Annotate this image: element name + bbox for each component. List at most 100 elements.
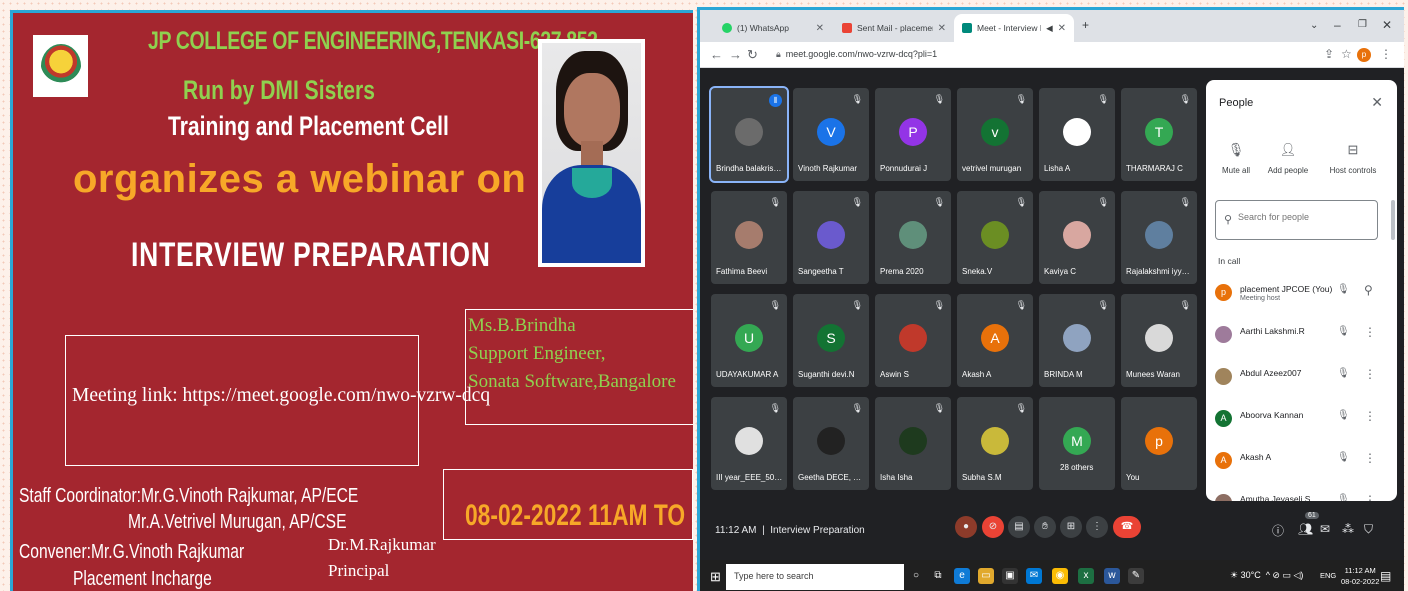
mic-off-icon[interactable]: 🎙︎ xyxy=(1337,326,1350,337)
raise-hand-button[interactable]: ✋︎ xyxy=(1034,516,1056,538)
scrollbar[interactable] xyxy=(1391,200,1395,240)
profile-avatar[interactable]: p xyxy=(1357,48,1371,62)
mic-off-icon[interactable]: 🎙︎ xyxy=(1337,410,1350,421)
people-search[interactable]: ⚲ xyxy=(1215,200,1378,240)
more-options-button[interactable]: ⋮ xyxy=(1086,516,1108,538)
participant-tile[interactable]: P 🎙︎ Ponnudurai J xyxy=(875,88,951,181)
clock[interactable]: 11:12 AM 08-02-2022 xyxy=(1341,565,1379,587)
tab-meet[interactable]: Meet - Interview Preparation ◀ ✕ xyxy=(954,14,1074,42)
mic-button[interactable]: ● xyxy=(955,516,977,538)
close-icon[interactable]: ✕ xyxy=(1371,94,1383,111)
participant-tile[interactable]: 🎙︎ III year_EEE_503... xyxy=(711,397,787,490)
participant-list-item[interactable]: A Aboorva Kannan 🎙︎ ⋮ xyxy=(1215,408,1390,438)
minimize-button[interactable]: – xyxy=(1334,18,1341,32)
tab-whatsapp[interactable]: (1) WhatsApp ✕ xyxy=(714,14,832,42)
participant-tile[interactable]: p You xyxy=(1121,397,1197,490)
participant-tile[interactable]: 🎙︎ BRINDA M xyxy=(1039,294,1115,387)
more-vert-icon[interactable]: ⋮ xyxy=(1364,325,1376,339)
participant-tile[interactable]: 🎙︎ Isha Isha xyxy=(875,397,951,490)
participant-list-item[interactable]: p placement JPCOE (You) Meeting host 🎙︎ ⚲ xyxy=(1215,282,1390,312)
mic-off-icon[interactable]: 🎙︎ xyxy=(1337,368,1350,379)
pin-icon[interactable]: ⚲ xyxy=(1364,283,1373,297)
activities-icon[interactable]: ⁂ xyxy=(1342,522,1354,536)
participant-tile[interactable]: 🎙︎ Aswin S xyxy=(875,294,951,387)
tab-gmail[interactable]: Sent Mail - placement@jpcoe.ac ✕ xyxy=(834,14,954,42)
participant-tile[interactable]: S 🎙︎ Suganthi devi.N xyxy=(793,294,869,387)
present-button[interactable]: ⊞ xyxy=(1060,516,1082,538)
taskbar-search-text: Type here to search xyxy=(734,571,814,581)
restore-button[interactable]: ❐ xyxy=(1358,19,1367,30)
chat-icon[interactable]: ✉︎ xyxy=(1320,522,1330,536)
participant-tile[interactable]: 🎙︎ Prema 2020 xyxy=(875,191,951,284)
participant-avatar xyxy=(817,221,845,249)
participant-tile[interactable]: M 28 others xyxy=(1039,397,1115,490)
participant-list-item[interactable]: A Akash A 🎙︎ ⋮ xyxy=(1215,450,1390,480)
url-field[interactable]: 🔒︎ meet.google.com/nwo-vzrw-dcq?pli=1 xyxy=(776,49,937,60)
end-call-button[interactable]: ☎︎ xyxy=(1113,516,1141,538)
host-shield-icon[interactable]: ⛉ xyxy=(1364,522,1373,537)
add-people-button[interactable]: 👤︎ Add people xyxy=(1258,142,1318,175)
participant-tile[interactable]: 🎙︎ Munees Waran xyxy=(1121,294,1197,387)
close-icon[interactable]: ✕ xyxy=(816,23,824,34)
participant-tile[interactable]: 🎙︎ Sneka.V xyxy=(957,191,1033,284)
file-explorer-icon[interactable]: ▭ xyxy=(978,568,994,584)
new-tab-button[interactable]: + xyxy=(1082,18,1089,32)
mic-off-icon[interactable]: 🎙︎ xyxy=(1337,284,1350,295)
task-view-icon[interactable]: ⧉ xyxy=(930,568,946,584)
camera-off-button[interactable]: ⊘ xyxy=(982,516,1004,538)
share-icon[interactable]: ⇪ xyxy=(1324,47,1334,61)
close-icon[interactable]: ✕ xyxy=(1058,23,1066,34)
info-icon[interactable]: ⓘ xyxy=(1272,522,1284,539)
participant-tile[interactable]: 🎙︎ Rajalakshmi iyyappan xyxy=(1121,191,1197,284)
notifications-icon[interactable]: ▤ xyxy=(1380,569,1391,583)
mute-all-button[interactable]: 🎙︎ Mute all xyxy=(1206,142,1266,175)
forward-icon[interactable]: → xyxy=(729,47,742,62)
participant-list-item[interactable]: Abdul Azeez007 🎙︎ ⋮ xyxy=(1215,366,1390,396)
excel-icon[interactable]: x xyxy=(1078,568,1094,584)
participant-list-item[interactable]: Aarthi Lakshmi.R 🎙︎ ⋮ xyxy=(1215,324,1390,354)
participant-name: UDAYAKUMAR A xyxy=(716,370,779,379)
participant-tile[interactable]: v 🎙︎ vetrivel murugan xyxy=(957,88,1033,181)
participant-tile[interactable]: 🎙︎ Lisha A xyxy=(1039,88,1115,181)
weather-widget[interactable]: ☀︎ 30°C ^ ⊘ ▭ ◁) xyxy=(1230,570,1303,581)
more-vert-icon[interactable]: ⋮ xyxy=(1364,409,1376,423)
store-icon[interactable]: ▣ xyxy=(1002,568,1018,584)
edge-icon[interactable]: e xyxy=(954,568,970,584)
participant-tile[interactable]: ⦀ Brindha balakrishnan xyxy=(709,86,789,183)
taskbar-search[interactable]: Type here to search xyxy=(726,564,904,590)
captions-button[interactable]: ▤ xyxy=(1008,516,1030,538)
more-vert-icon[interactable]: ⋮ xyxy=(1364,367,1376,381)
participant-tile[interactable]: 🎙︎ Fathima Beevi xyxy=(711,191,787,284)
host-controls-button[interactable]: ⊟ Host controls xyxy=(1323,142,1383,175)
participant-tile[interactable]: 🎙︎ Geetha DECE, BE... xyxy=(793,397,869,490)
bookmark-star-icon[interactable]: ☆ xyxy=(1341,47,1352,61)
mic-off-icon[interactable]: 🎙︎ xyxy=(1337,452,1350,463)
windows-start-icon[interactable]: ⊞ xyxy=(710,569,721,585)
mic-off-icon[interactable]: 🎙︎ xyxy=(1337,494,1350,501)
search-input[interactable] xyxy=(1238,212,1368,222)
close-window-button[interactable]: ✕ xyxy=(1382,18,1392,32)
participant-tile[interactable]: A 🎙︎ Akash A xyxy=(957,294,1033,387)
reload-icon[interactable]: ↻ xyxy=(747,47,758,63)
cortana-icon[interactable]: ○ xyxy=(908,568,924,584)
participant-tile[interactable]: V 🎙︎ Vinoth Rajkumar xyxy=(793,88,869,181)
participant-tile[interactable]: U 🎙︎ UDAYAKUMAR A xyxy=(711,294,787,387)
participant-list-item[interactable]: Amutha Jeyaseli S 🎙︎ ⋮ xyxy=(1215,492,1390,501)
tab-search-icon[interactable]: ⌄ xyxy=(1310,20,1318,31)
close-icon[interactable]: ✕ xyxy=(938,23,946,34)
word-icon[interactable]: w xyxy=(1104,568,1120,584)
participant-tile[interactable]: 🎙︎ Kaviya C xyxy=(1039,191,1115,284)
more-vert-icon[interactable]: ⋮ xyxy=(1364,493,1376,501)
people-icon[interactable]: 👥︎ xyxy=(1298,522,1313,536)
back-icon[interactable]: ← xyxy=(710,47,723,62)
participant-tile[interactable]: 🎙︎ Sangeetha T xyxy=(793,191,869,284)
paint-icon[interactable]: ✎ xyxy=(1128,568,1144,584)
language-indicator[interactable]: ENG xyxy=(1320,571,1336,580)
chrome-icon[interactable]: ◉ xyxy=(1052,568,1068,584)
mail-icon[interactable]: ✉︎ xyxy=(1026,568,1042,584)
principal-title: Principal xyxy=(328,561,390,580)
participant-tile[interactable]: T 🎙︎ THARMARAJ C xyxy=(1121,88,1197,181)
more-vert-icon[interactable]: ⋮ xyxy=(1380,47,1392,61)
more-vert-icon[interactable]: ⋮ xyxy=(1364,451,1376,465)
participant-tile[interactable]: 🎙︎ Subha S.M xyxy=(957,397,1033,490)
